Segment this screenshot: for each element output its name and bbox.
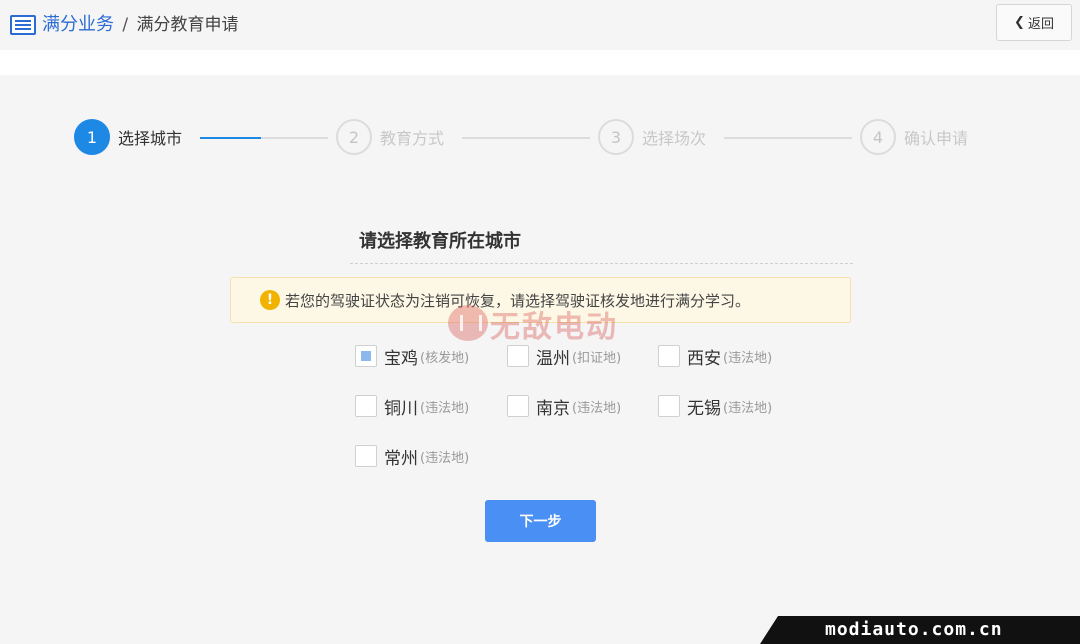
header-divider-band: [0, 50, 1080, 75]
warning-icon: !: [260, 290, 280, 310]
back-button[interactable]: ❮ 返回: [996, 4, 1072, 41]
step-connector-2: [462, 137, 590, 139]
step-4: 4 确认申请: [860, 119, 969, 155]
city-name: 铜川: [384, 398, 418, 419]
city-option-xian[interactable]: 西安 (违法地): [658, 344, 773, 369]
step-label: 选择场次: [642, 129, 707, 148]
page-title: 请选择教育所在城市: [359, 231, 521, 252]
chevron-left-icon: ❮: [1014, 15, 1025, 30]
city-name: 南京: [536, 398, 570, 419]
step-number: 3: [598, 119, 634, 155]
step-connector-progress: [200, 137, 261, 139]
city-name: 温州: [536, 348, 570, 369]
city-name: 宝鸡: [384, 348, 418, 369]
city-name: 西安: [687, 348, 721, 369]
step-3: 3 选择场次: [598, 119, 707, 155]
step-number: 2: [336, 119, 372, 155]
breadcrumb: 满分业务 / 满分教育申请: [42, 13, 239, 37]
next-step-button[interactable]: 下一步: [485, 500, 596, 542]
city-checkbox[interactable]: [355, 395, 377, 417]
city-name: 常州: [384, 448, 418, 469]
watermark-text: 无敌电动: [490, 310, 618, 345]
title-divider: [350, 263, 853, 264]
city-option-changzhou[interactable]: 常州 (违法地): [355, 444, 470, 469]
step-number: 1: [74, 119, 110, 155]
breadcrumb-root-link[interactable]: 满分业务: [42, 14, 114, 35]
breadcrumb-current: 满分教育申请: [136, 15, 239, 35]
step-label: 教育方式: [380, 129, 445, 148]
city-option-tongchuan[interactable]: 铜川 (违法地): [355, 394, 470, 419]
city-checkbox[interactable]: [658, 345, 680, 367]
city-tag: (违法地): [572, 400, 622, 416]
step-label: 确认申请: [904, 129, 969, 148]
step-2: 2 教育方式: [336, 119, 445, 155]
city-option-baoji[interactable]: 宝鸡 (核发地): [355, 344, 470, 369]
city-option-wuxi[interactable]: 无锡 (违法地): [658, 394, 773, 419]
city-checkbox[interactable]: [355, 445, 377, 467]
step-connector-3: [724, 137, 852, 139]
watermark-logo-icon: [448, 305, 488, 341]
city-checkbox[interactable]: [355, 345, 377, 367]
city-tag: (违法地): [723, 350, 773, 366]
top-bar: 满分业务 / 满分教育申请 ❮ 返回: [0, 0, 1080, 50]
city-tag: (扣证地): [572, 350, 622, 366]
breadcrumb-separator: /: [122, 15, 129, 35]
city-checkbox[interactable]: [658, 395, 680, 417]
step-label: 选择城市: [118, 129, 183, 148]
list-icon: [10, 15, 36, 35]
step-connector-1: [200, 137, 328, 139]
city-option-wenzhou[interactable]: 温州 (扣证地): [507, 344, 622, 369]
corner-watermark-text: modiauto.com.cn: [825, 619, 1003, 640]
city-name: 无锡: [687, 398, 721, 419]
city-tag: (违法地): [420, 400, 470, 416]
step-number: 4: [860, 119, 896, 155]
city-checkbox[interactable]: [507, 395, 529, 417]
city-tag: (核发地): [420, 350, 470, 366]
city-option-nanjing[interactable]: 南京 (违法地): [507, 394, 622, 419]
city-checkbox[interactable]: [507, 345, 529, 367]
city-tag: (违法地): [420, 450, 470, 466]
step-1: 1 选择城市: [74, 119, 183, 155]
back-button-label: 返回: [1027, 17, 1054, 32]
city-tag: (违法地): [723, 400, 773, 416]
